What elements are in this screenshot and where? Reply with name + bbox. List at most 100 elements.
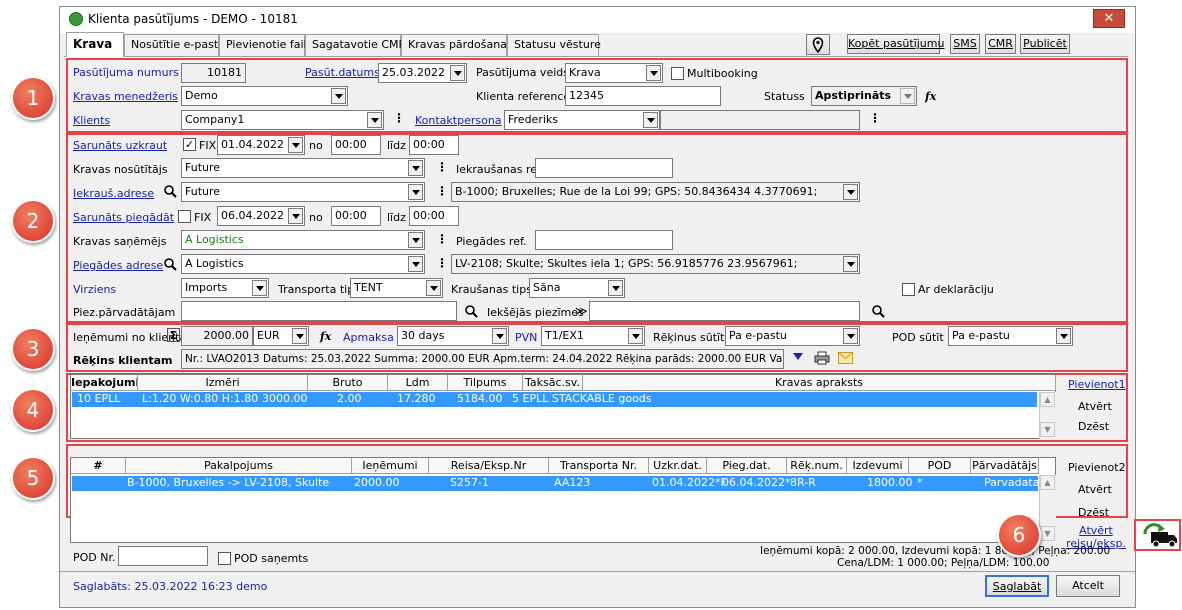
tab-krava[interactable]: Krava bbox=[66, 32, 124, 57]
chevron-down-icon[interactable] bbox=[628, 328, 643, 344]
expand-icon[interactable]: ≫ bbox=[575, 304, 588, 318]
formula-icon[interactable]: fx bbox=[320, 330, 331, 343]
delivery-address-more-icon[interactable]: ⋮ bbox=[436, 257, 448, 269]
chevron-down-icon[interactable] bbox=[492, 328, 507, 344]
scroll-up-icon[interactable]: ▲ bbox=[1040, 392, 1055, 407]
location-pin-button[interactable] bbox=[806, 34, 830, 55]
tab-cargo-sales[interactable]: Kravas pārdošana bbox=[401, 34, 507, 56]
chevron-down-icon[interactable] bbox=[643, 112, 658, 128]
chevron-down-icon[interactable] bbox=[646, 65, 661, 81]
delivery-ref-input[interactable] bbox=[535, 230, 673, 250]
col-header[interactable]: Pieg.dat. bbox=[707, 458, 787, 474]
col-header[interactable]: POD bbox=[909, 458, 971, 474]
col-header[interactable]: Kravas apraksts bbox=[583, 375, 1056, 391]
chevron-down-icon[interactable] bbox=[331, 88, 346, 104]
order-type-select[interactable]: Krava bbox=[565, 63, 663, 83]
loading-address-select[interactable]: Future bbox=[181, 182, 425, 202]
internal-note-input[interactable] bbox=[589, 301, 860, 321]
publish-button[interactable]: Publicēt bbox=[1020, 34, 1070, 54]
arrow-down-icon[interactable] bbox=[793, 353, 803, 360]
client-label[interactable]: Klients bbox=[73, 114, 110, 127]
delivery-address-label[interactable]: Piegādes adrese bbox=[73, 259, 163, 272]
currency-select[interactable]: EUR bbox=[253, 326, 309, 346]
scrollbar[interactable]: ▲ ▼ bbox=[1039, 475, 1056, 543]
search-icon[interactable] bbox=[164, 258, 177, 271]
direction-select[interactable]: Imports bbox=[181, 278, 269, 298]
load-fix-checkbox[interactable]: ✓ bbox=[183, 138, 196, 151]
client-reference-input[interactable]: 12345 bbox=[565, 86, 721, 106]
delivery-to-input[interactable]: 00:00 bbox=[409, 206, 459, 226]
col-header[interactable]: Pārvadātājs bbox=[971, 458, 1039, 474]
cargo-manager-label[interactable]: Kravas menedžeris bbox=[73, 90, 178, 103]
col-header[interactable]: Iepakojumi bbox=[71, 375, 138, 391]
sigma-icon[interactable]: Σ bbox=[167, 328, 180, 342]
delete-package-button[interactable]: Dzēst bbox=[1078, 420, 1109, 433]
chevron-down-icon[interactable] bbox=[408, 184, 423, 200]
add-service-button[interactable]: Pievienot2 bbox=[1068, 461, 1126, 474]
col-header[interactable]: Izdevumi bbox=[847, 458, 909, 474]
col-header[interactable]: Rēķ.num. bbox=[787, 458, 847, 474]
scroll-down-icon[interactable]: ▼ bbox=[1040, 422, 1055, 437]
printer-icon[interactable] bbox=[814, 351, 830, 365]
delivery-address-select[interactable]: A Logistics bbox=[181, 254, 425, 274]
sender-more-icon[interactable]: ⋮ bbox=[436, 161, 448, 173]
col-header[interactable]: # bbox=[71, 458, 126, 474]
delivery-from-input[interactable]: 00:00 bbox=[331, 206, 381, 226]
delivery-fix-checkbox[interactable] bbox=[178, 210, 191, 223]
tab-status-history[interactable]: Statusu vēsture bbox=[507, 34, 601, 56]
delivery-date-picker[interactable]: 06.04.2022 bbox=[217, 206, 305, 226]
chevron-down-icon[interactable] bbox=[292, 328, 307, 344]
client-select[interactable]: Company1 bbox=[181, 110, 384, 130]
add-package-link[interactable]: Pievienot1 bbox=[1068, 378, 1126, 391]
load-date-picker[interactable]: 01.04.2022 bbox=[217, 135, 305, 155]
col-header[interactable]: Taksāc.sv. bbox=[523, 375, 583, 391]
copy-order-button[interactable]: Kopēt pasūtījumu bbox=[847, 34, 944, 54]
col-header[interactable]: Pakalpojums bbox=[126, 458, 352, 474]
chevron-down-icon[interactable] bbox=[843, 184, 858, 200]
formula-icon[interactable]: fx bbox=[925, 90, 936, 103]
loading-address-label[interactable]: Iekrauš.adrese bbox=[73, 187, 154, 200]
scroll-up-icon[interactable]: ▲ bbox=[1040, 475, 1055, 490]
pod-send-select[interactable]: Pa e-pastu bbox=[948, 326, 1073, 346]
packages-grid[interactable]: Iepakojumi Izmēri Bruto Ldm Tilpums Taks… bbox=[70, 374, 1056, 439]
loading-type-select[interactable]: Sāna bbox=[529, 278, 625, 298]
chevron-down-icon[interactable] bbox=[367, 112, 382, 128]
status-select[interactable]: Apstiprināts bbox=[811, 86, 917, 106]
chevron-down-icon[interactable] bbox=[900, 88, 915, 104]
open-service-button[interactable]: Atvērt bbox=[1078, 483, 1112, 496]
chevron-down-icon[interactable] bbox=[450, 65, 465, 81]
search-icon[interactable] bbox=[465, 305, 478, 318]
pod-number-input[interactable] bbox=[118, 546, 208, 566]
chevron-down-icon[interactable] bbox=[608, 280, 623, 296]
open-package-button[interactable]: Atvērt bbox=[1078, 400, 1112, 413]
chevron-down-icon[interactable] bbox=[408, 232, 423, 248]
cargo-manager-select[interactable]: Demo bbox=[181, 86, 348, 106]
chevron-down-icon[interactable] bbox=[1056, 328, 1071, 344]
search-icon[interactable] bbox=[872, 305, 885, 318]
chevron-down-icon[interactable] bbox=[843, 328, 858, 344]
loading-address-full[interactable]: B-1000; Bruxelles; Rue de la Loi 99; GPS… bbox=[451, 182, 860, 202]
chevron-down-icon[interactable] bbox=[252, 280, 267, 296]
col-header[interactable]: Reisa/Eksp.Nr bbox=[429, 458, 549, 474]
chevron-down-icon[interactable] bbox=[288, 208, 303, 224]
receiver-more-icon[interactable]: ⋮ bbox=[436, 233, 448, 245]
search-icon[interactable] bbox=[164, 185, 177, 198]
services-grid[interactable]: # Pakalpojums Ieņēmumi Reisa/Eksp.Nr Tra… bbox=[70, 457, 1056, 543]
transport-type-select[interactable]: TENT bbox=[350, 278, 443, 298]
col-header[interactable]: Tilpums bbox=[448, 375, 523, 391]
agreed-load-label[interactable]: Sarunāts uzkraut bbox=[73, 139, 167, 152]
sms-button[interactable]: SMS bbox=[950, 34, 980, 54]
save-button[interactable]: Saglabāt bbox=[985, 575, 1049, 597]
envelope-icon[interactable] bbox=[838, 352, 853, 364]
col-header[interactable]: Ldm bbox=[388, 375, 448, 391]
loading-address-more-icon[interactable]: ⋮ bbox=[436, 185, 448, 197]
chevron-down-icon[interactable] bbox=[408, 256, 423, 272]
order-date-label[interactable]: Pasūt.datums bbox=[305, 66, 380, 79]
delivery-address-full[interactable]: LV-2108; Skulte; Skultes iela 1; GPS: 56… bbox=[451, 254, 860, 274]
sender-select[interactable]: Future bbox=[181, 158, 425, 178]
loading-ref-input[interactable] bbox=[535, 158, 673, 178]
vat-select[interactable]: T1/EX1 bbox=[541, 326, 645, 346]
receiver-select[interactable]: A Logistics bbox=[181, 230, 425, 250]
col-header[interactable]: Izmēri bbox=[138, 375, 308, 391]
scrollbar[interactable]: ▲ ▼ bbox=[1039, 392, 1056, 439]
